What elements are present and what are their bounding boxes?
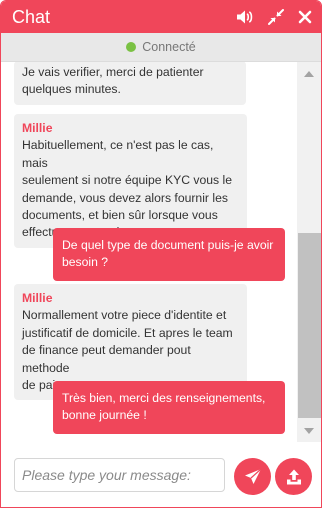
- user-message: Très bien, merci des renseignements, bon…: [53, 381, 285, 434]
- message-input[interactable]: [14, 458, 225, 492]
- user-message: De quel type de document puis-je avoir b…: [53, 228, 285, 281]
- message-line: seulement si notre équipe KYC vous le: [22, 173, 233, 188]
- chat-title: Chat: [12, 7, 51, 27]
- collapse-arrows-icon[interactable]: [267, 8, 285, 26]
- upload-icon: [286, 469, 301, 484]
- status-dot-icon: [126, 42, 137, 52]
- message-line: Normallement votre piece d'identite et: [22, 308, 227, 323]
- scrollbar-thumb[interactable]: [298, 233, 321, 418]
- connection-status-bar: Connecté: [1, 33, 321, 62]
- paper-plane-icon: [244, 468, 261, 484]
- message-line: Habituellement, ce n'est pas le cas, mai…: [22, 138, 214, 170]
- upload-button[interactable]: [275, 458, 312, 495]
- sender-name: Millie: [22, 291, 53, 305]
- status-label: Connecté: [142, 40, 196, 54]
- message-scrollbar[interactable]: [297, 62, 321, 442]
- scroll-up-arrow-icon[interactable]: [304, 71, 314, 77]
- message-list[interactable]: Je vais verifier, merci de patienter que…: [1, 62, 297, 442]
- agent-message: Je vais verifier, merci de patienter que…: [14, 62, 246, 105]
- message-line: bonne journée !: [62, 408, 147, 423]
- message-line: quelques minutes.: [22, 82, 121, 97]
- chat-widget: Chat Connecté Je vais verifier, merci de…: [0, 0, 322, 508]
- speaker-icon[interactable]: [236, 8, 254, 26]
- message-line: Je vais verifier, merci de patienter: [22, 65, 204, 79]
- message-line: De quel type de document puis-je avoir: [62, 238, 274, 252]
- message-line: de finance peut demander pout methode: [22, 343, 191, 375]
- scroll-down-arrow-icon[interactable]: [304, 428, 314, 434]
- composer-bar: [1, 442, 321, 507]
- chat-header: Chat: [1, 1, 321, 33]
- message-line: justificatif de domicile. Et apres le te…: [22, 325, 233, 340]
- message-line: besoin ?: [62, 255, 109, 270]
- sender-name: Millie: [22, 121, 53, 135]
- message-line: Très bien, merci des renseignements,: [62, 391, 266, 405]
- send-button[interactable]: [234, 458, 271, 495]
- message-line: documents, et bien sûr lorsque vous: [22, 208, 218, 223]
- close-icon[interactable]: [296, 8, 314, 26]
- message-line: demande, vous devez alors fournir les: [22, 190, 228, 205]
